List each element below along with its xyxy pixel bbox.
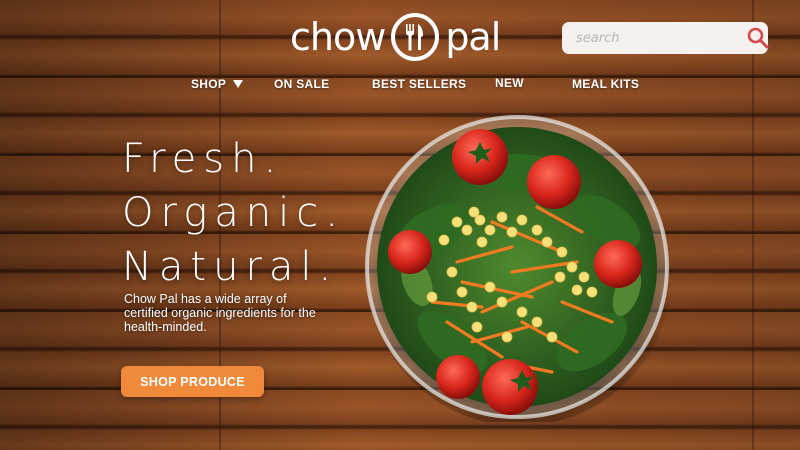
nav-item-label: BEST SELLERS	[372, 77, 467, 91]
hero-headline: Fresh. Organic. Natural.	[122, 132, 345, 294]
nav-item-label: NEW	[495, 76, 524, 90]
search-input[interactable]	[574, 29, 746, 47]
hero-tagline: Chow Pal has a wide array of certified o…	[124, 292, 316, 334]
shop-produce-button[interactable]: SHOP PRODUCE	[121, 366, 264, 397]
nav-item-new[interactable]: NEW	[495, 76, 524, 90]
nav-item-label: ON SALE	[274, 77, 330, 91]
salad-bowl-image	[365, 115, 672, 422]
nav-item-label: SHOP	[191, 77, 227, 91]
search-bar	[562, 22, 770, 54]
nav-item-label: MEAL KITS	[572, 77, 640, 91]
fork-knife-icon	[391, 13, 440, 61]
logo-text-left: chow	[290, 15, 386, 59]
nav-item-shop[interactable]: SHOP	[191, 77, 244, 91]
nav-item-on-sale[interactable]: ON SALE	[274, 77, 329, 91]
headline-line: Natural.	[122, 244, 339, 290]
search-icon[interactable]	[746, 25, 770, 51]
logo-text-right: pal	[445, 15, 501, 59]
nav-item-best-sellers[interactable]: BEST SELLERS	[372, 77, 466, 91]
headline-line: Fresh.	[122, 136, 284, 182]
logo[interactable]: chow pal	[290, 6, 501, 68]
nav-item-meal-kits[interactable]: MEAL KITS	[572, 77, 639, 91]
headline-line: Organic.	[122, 190, 345, 236]
caret-down-icon	[233, 80, 244, 88]
